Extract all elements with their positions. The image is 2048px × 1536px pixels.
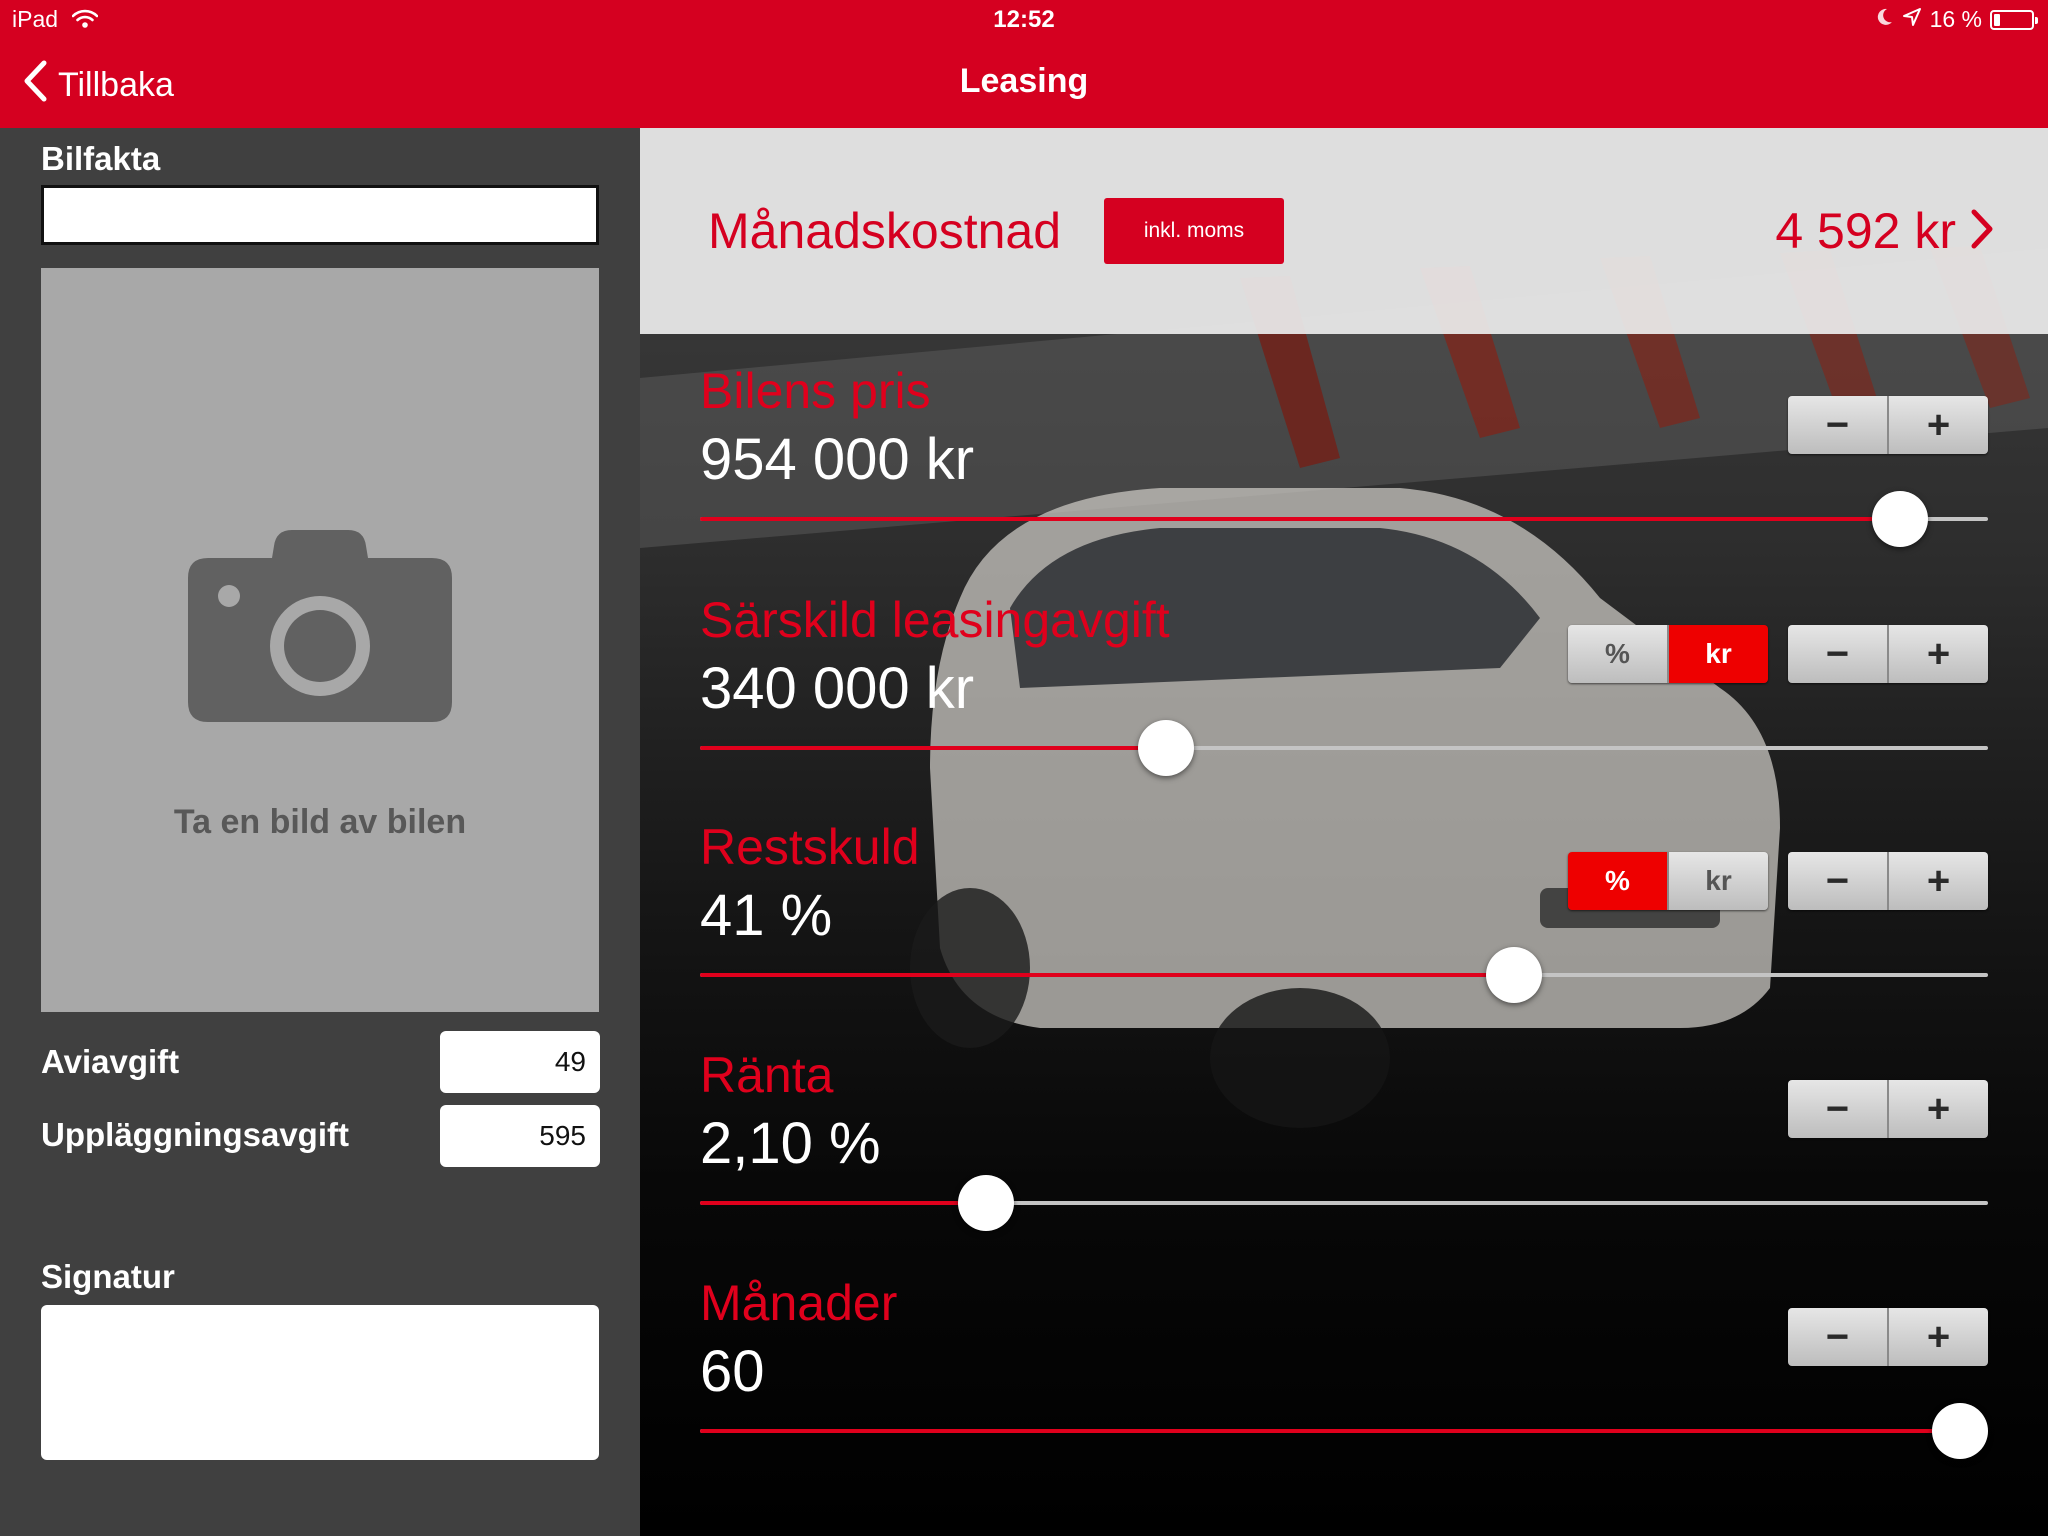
- battery-level: [1994, 13, 2000, 26]
- vat-toggle-button[interactable]: inkl. moms: [1104, 198, 1284, 264]
- sarskild-leasingavgift-decrement-button[interactable]: −: [1788, 625, 1889, 683]
- leasing-calculator: Månadskostnad inkl. moms 4 592 kr Bilens…: [640, 128, 2048, 1536]
- bilfakta-label: Bilfakta: [41, 140, 161, 177]
- sarskild-leasingavgift-slider-thumb[interactable]: [1138, 720, 1195, 776]
- restskuld-increment-button[interactable]: +: [1889, 852, 1988, 910]
- bilens-pris-slider-fill: [700, 517, 1901, 521]
- ranta-slider[interactable]: [700, 1175, 1988, 1231]
- bilens-pris-label: Bilens pris: [700, 363, 931, 419]
- restskuld-slider-thumb[interactable]: [1486, 947, 1543, 1003]
- restskuld-slider-fill: [700, 973, 1515, 977]
- top-bar: iPad 12:52 16 % Tillbaka Leasing: [0, 0, 2048, 128]
- monthly-cost-details-button[interactable]: 4 592 kr: [1775, 202, 1994, 260]
- battery-tip: [2035, 16, 2038, 24]
- sarskild-leasingavgift-unit-kr[interactable]: kr: [1669, 625, 1768, 683]
- manader-value: 60: [700, 1339, 765, 1404]
- restskuld-decrement-button[interactable]: −: [1788, 852, 1889, 910]
- bilens-pris-slider[interactable]: [700, 491, 1988, 547]
- control-row-ranta: Ränta 2,10 % − +: [640, 1046, 2048, 1274]
- manader-slider-fill: [700, 1429, 1960, 1433]
- ranta-label: Ränta: [700, 1047, 834, 1103]
- status-right: 16 %: [1876, 6, 2038, 33]
- monthly-cost-bar: Månadskostnad inkl. moms 4 592 kr: [640, 128, 2048, 334]
- manader-stepper: − +: [1788, 1308, 1988, 1366]
- restskuld-unit-percent[interactable]: %: [1568, 852, 1669, 910]
- status-time: 12:52: [993, 6, 1055, 33]
- monthly-cost-value: 4 592 kr: [1775, 203, 1956, 259]
- manader-label: Månader: [700, 1275, 898, 1331]
- signature-pad[interactable]: [41, 1305, 599, 1460]
- photo-capture-area[interactable]: Ta en bild av bilen: [41, 268, 599, 1012]
- restskuld-value: 41 %: [700, 883, 833, 948]
- ranta-value: 2,10 %: [700, 1111, 881, 1176]
- left-panel: Bilfakta Ta en bild av bilen Aviavgift U…: [0, 128, 640, 1536]
- chevron-right-icon: [1970, 208, 1994, 255]
- restskuld-label: Restskuld: [700, 819, 920, 875]
- control-row-restskuld: Restskuld 41 %% kr − +: [640, 818, 2048, 1046]
- page-title: Leasing: [959, 62, 1089, 100]
- sarskild-leasingavgift-slider[interactable]: [700, 720, 1988, 776]
- control-row-bilens-pris: Bilens pris 954 000 kr − +: [640, 362, 2048, 590]
- sarskild-leasingavgift-label: Särskild leasingavgift: [700, 592, 1170, 648]
- signatur-label: Signatur: [41, 1258, 175, 1295]
- restskuld-unit-toggle: % kr: [1568, 852, 1768, 910]
- upplaggningsavgift-input[interactable]: [440, 1105, 600, 1167]
- restskuld-unit-kr[interactable]: kr: [1669, 852, 1768, 910]
- aviavgift-label: Aviavgift: [41, 1043, 180, 1080]
- sarskild-leasingavgift-unit-toggle: % kr: [1568, 625, 1768, 683]
- bilens-pris-value: 954 000 kr: [700, 427, 975, 492]
- ranta-slider-fill: [700, 1201, 986, 1205]
- sarskild-leasingavgift-slider-fill: [700, 746, 1167, 750]
- manader-slider-thumb[interactable]: [1931, 1403, 1988, 1459]
- ranta-decrement-button[interactable]: −: [1788, 1080, 1889, 1138]
- ranta-increment-button[interactable]: +: [1889, 1080, 1988, 1138]
- restskuld-slider[interactable]: [700, 947, 1988, 1003]
- ranta-slider-thumb[interactable]: [957, 1175, 1014, 1231]
- control-row-manader: Månader 60 − +: [640, 1274, 2048, 1502]
- ranta-stepper: − +: [1788, 1080, 1988, 1138]
- bilens-pris-stepper: − +: [1788, 396, 1988, 454]
- manader-increment-button[interactable]: +: [1889, 1308, 1988, 1366]
- sarskild-leasingavgift-value: 340 000 kr: [700, 656, 975, 721]
- monthly-cost-label: Månadskostnad: [708, 203, 1062, 259]
- restskuld-stepper: − +: [1788, 852, 1988, 910]
- control-row-sarskild-leasingavgift: Särskild leasingavgift 340 000 kr% kr − +: [640, 591, 2048, 819]
- aviavgift-input[interactable]: [440, 1031, 600, 1093]
- sarskild-leasingavgift-stepper: − +: [1788, 625, 1988, 683]
- manader-decrement-button[interactable]: −: [1788, 1308, 1889, 1366]
- location-arrow-icon: [1902, 6, 1922, 33]
- bilens-pris-increment-button[interactable]: +: [1889, 396, 1988, 454]
- moon-icon: [1876, 6, 1894, 33]
- upplaggningsavgift-label: Uppläggningsavgift: [41, 1116, 349, 1153]
- bilens-pris-decrement-button[interactable]: −: [1788, 396, 1889, 454]
- photo-caption: Ta en bild av bilen: [173, 803, 467, 841]
- bilfakta-input[interactable]: [41, 185, 599, 245]
- camera-icon: [188, 530, 452, 722]
- battery-text: 16 %: [1929, 6, 1982, 32]
- sarskild-leasingavgift-increment-button[interactable]: +: [1889, 625, 1988, 683]
- sarskild-leasingavgift-unit-percent[interactable]: %: [1568, 625, 1669, 683]
- battery-icon: [1990, 9, 2038, 30]
- bilens-pris-slider-thumb[interactable]: [1872, 491, 1929, 547]
- manader-slider[interactable]: [700, 1403, 1988, 1459]
